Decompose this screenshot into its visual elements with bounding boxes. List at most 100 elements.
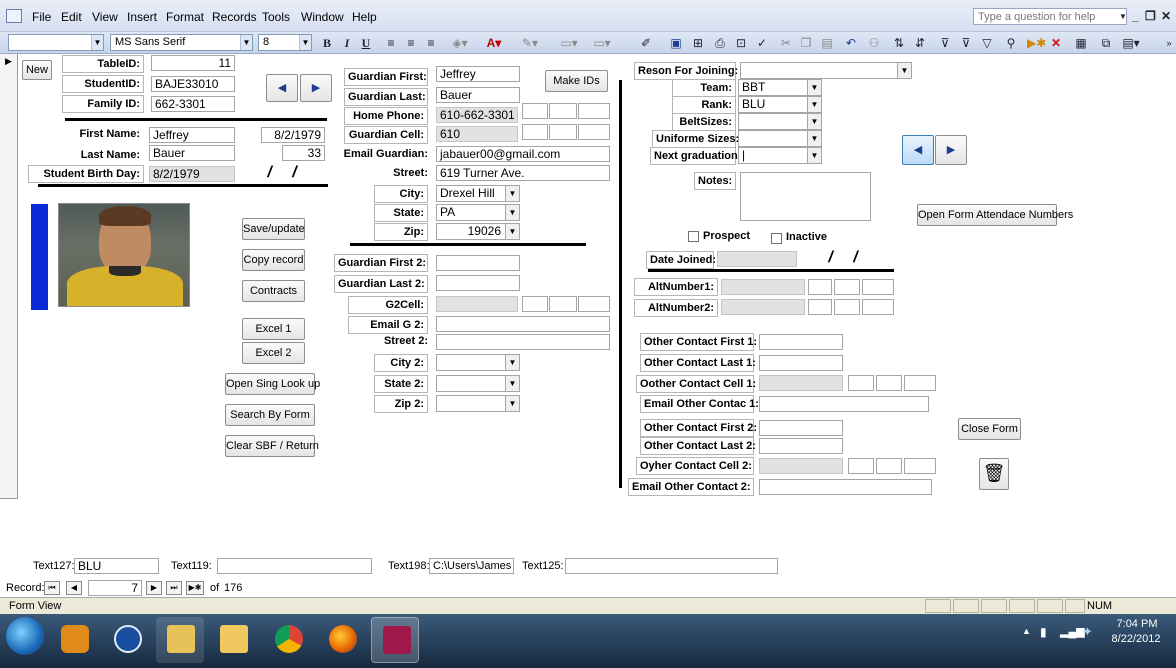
menu-records[interactable]: Records <box>212 10 257 24</box>
last-record-icon[interactable]: ⏭ <box>166 581 182 595</box>
alt-number1-part2[interactable] <box>834 279 860 295</box>
text198-field[interactable]: C:\Users\James Bre <box>429 558 514 574</box>
city-combo[interactable]: Drexel Hill ▼ <box>436 185 520 202</box>
open-attendance-button[interactable]: Open Form Attendace Numbers <box>917 204 1073 226</box>
guardian-cell-field[interactable]: 610 <box>436 126 518 142</box>
minimize-icon[interactable]: _ <box>1132 9 1139 23</box>
taskbar-access[interactable] <box>371 617 419 663</box>
open-sing-lookup-button[interactable]: Open Sing Look up <box>225 373 320 395</box>
menu-insert[interactable]: Insert <box>127 10 157 24</box>
g2cell-part1[interactable] <box>522 296 548 312</box>
date-joined-mask[interactable]: / / <box>805 249 889 267</box>
save-update-button[interactable]: Save/update <box>242 218 305 240</box>
state-combo[interactable]: PA ▼ <box>436 204 520 221</box>
clear-sbf-return-button[interactable]: Clear SBF / Return <box>225 435 319 457</box>
filter-by-form-icon[interactable]: ⊽ <box>958 35 974 51</box>
home-phone-part2[interactable] <box>549 103 577 119</box>
alt-number1-part1[interactable] <box>808 279 832 295</box>
start-button[interactable] <box>6 617 44 655</box>
other-cell2-part3[interactable] <box>904 458 936 474</box>
birth-day-field[interactable]: 8/2/1979 <box>149 166 235 182</box>
taskbar-firefox[interactable] <box>318 617 366 663</box>
taskbar-explorer[interactable] <box>209 617 257 663</box>
g2cell-part3[interactable] <box>578 296 610 312</box>
bold-button[interactable]: B <box>320 35 334 51</box>
help-search-input[interactable]: Type a question for help <box>973 8 1127 25</box>
prospect-checkbox[interactable] <box>688 231 699 242</box>
email-other1-field[interactable] <box>759 396 929 412</box>
trash-icon[interactable]: 🗑 <box>979 458 1009 490</box>
other-cell2-part2[interactable] <box>876 458 902 474</box>
other-first2-field[interactable] <box>759 420 843 436</box>
alt-number2-field[interactable] <box>721 299 805 315</box>
excel2-button[interactable]: Excel 2 <box>242 342 305 364</box>
object-combo[interactable]: ▼ <box>8 34 104 51</box>
team-combo[interactable]: BBT ▼ <box>738 79 822 96</box>
email-guardian-field[interactable]: jabauer00@gmail.com <box>436 146 610 162</box>
zip2-combo[interactable]: ▼ <box>436 395 520 412</box>
alt-number2-part3[interactable] <box>862 299 894 315</box>
search-by-form-button[interactable]: Search By Form <box>225 404 315 426</box>
chevron-down-icon[interactable]: ▼ <box>807 97 821 112</box>
g2cell-field[interactable] <box>436 296 518 312</box>
alt-number1-field[interactable] <box>721 279 805 295</box>
menu-file[interactable]: File <box>32 10 51 24</box>
line-color-icon[interactable]: ✎▾ <box>516 35 544 51</box>
clock-time[interactable]: 7:04 PM <box>1108 618 1166 630</box>
other-first1-field[interactable] <box>759 334 843 350</box>
contracts-button[interactable]: Contracts <box>242 280 305 302</box>
other-last2-field[interactable] <box>759 438 843 454</box>
menu-tools[interactable]: Tools <box>262 10 290 24</box>
align-center-icon[interactable]: ≡ <box>404 35 418 51</box>
other-cell2-field[interactable] <box>759 458 843 474</box>
toolbar-options-icon[interactable]: » <box>1164 35 1174 51</box>
new-button[interactable]: New <box>22 60 52 80</box>
font-color-icon[interactable]: A▾ <box>482 35 506 51</box>
database-window-icon[interactable]: ⧉ <box>1098 35 1114 51</box>
menu-edit[interactable]: Edit <box>61 10 82 24</box>
current-record-input[interactable]: 7 <box>88 580 142 596</box>
underline-button[interactable]: U <box>359 35 373 51</box>
alt-number2-part2[interactable] <box>834 299 860 315</box>
special-effect-icon[interactable]: ▭▾ <box>588 35 616 51</box>
notes-field[interactable] <box>740 172 871 221</box>
apply-filter-icon[interactable]: ▽ <box>979 35 995 51</box>
guardian-cell-part2[interactable] <box>549 124 577 140</box>
hyperlink-icon[interactable]: ⚇ <box>866 35 882 51</box>
record-selector[interactable]: ▶ <box>0 54 18 499</box>
save-icon[interactable]: ▣ <box>668 35 684 51</box>
filter-by-selection-icon[interactable]: ⊽ <box>937 35 953 51</box>
new-record-icon[interactable]: ▶✱ <box>1027 35 1046 51</box>
home-phone-part3[interactable] <box>578 103 610 119</box>
font-name-combo[interactable]: MS Sans Serif ▼ <box>110 34 253 51</box>
spelling-icon[interactable]: ✓ <box>754 35 770 51</box>
other-last1-field[interactable] <box>759 355 843 371</box>
make-ids-button[interactable]: Make IDs <box>545 70 608 92</box>
restore-icon[interactable]: ❐ <box>1145 9 1156 23</box>
text127-field[interactable]: BLU <box>74 558 159 574</box>
first-record-icon[interactable]: ⏮ <box>44 581 60 595</box>
guardian-last-field[interactable]: Bauer <box>436 87 520 103</box>
guardian-first-field[interactable]: Jeffrey <box>436 66 520 82</box>
new-record-nav-icon[interactable]: ▶✱ <box>186 581 204 595</box>
date-joined-field[interactable] <box>717 251 797 267</box>
print-preview-icon[interactable]: ⊡ <box>733 35 749 51</box>
align-left-icon[interactable]: ≡ <box>384 35 398 51</box>
family-id-field[interactable]: 662-3301 <box>151 96 235 112</box>
last-name-field[interactable]: Bauer <box>149 145 235 161</box>
table-id-field[interactable]: 11 <box>151 55 235 71</box>
menu-window[interactable]: Window <box>301 10 344 24</box>
city2-combo[interactable]: ▼ <box>436 354 520 371</box>
email-g2-field[interactable] <box>436 316 610 332</box>
other-cell1-part2[interactable] <box>876 375 902 391</box>
taskbar-outlook[interactable] <box>156 617 204 663</box>
alt-number1-part3[interactable] <box>862 279 894 295</box>
zip-combo[interactable]: 19026 ▼ <box>436 223 520 240</box>
next-graduation-combo[interactable]: | ▼ <box>738 147 822 164</box>
chevron-down-icon[interactable]: ▼ <box>505 376 519 391</box>
taskbar-hp[interactable] <box>103 617 151 663</box>
other-cell1-part3[interactable] <box>904 375 936 391</box>
previous-record-icon[interactable]: ◀ <box>66 581 82 595</box>
line-width-icon[interactable]: ▭▾ <box>555 35 583 51</box>
g2cell-part2[interactable] <box>549 296 577 312</box>
